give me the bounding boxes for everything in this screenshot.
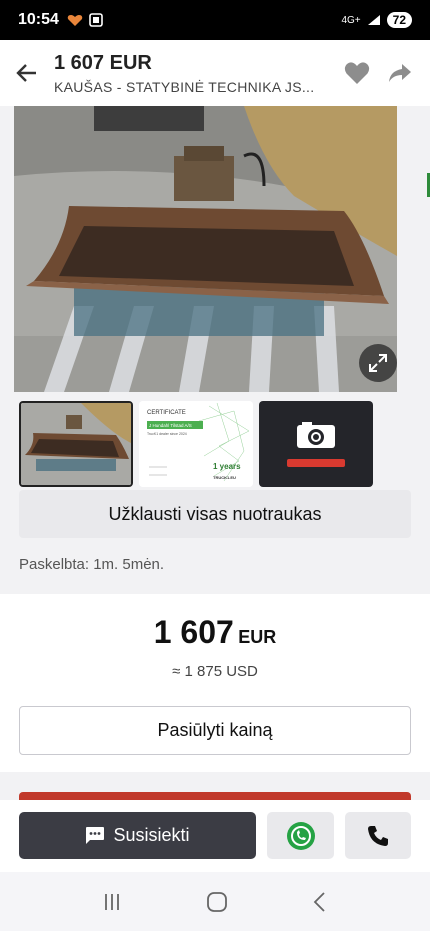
fullscreen-button[interactable] (359, 344, 397, 382)
contact-button[interactable]: Susisiekti (19, 812, 256, 859)
thumbnail-certificate[interactable]: CERTIFICATE J Hundahl Tilstad A/S TrucK1… (139, 401, 253, 487)
signal-icon (367, 15, 380, 25)
certificate-title: CERTIFICATE (147, 410, 186, 416)
price-main: 1 607 EUR (0, 614, 430, 651)
status-bar: 10:54 4G+ 72 (0, 0, 430, 40)
header-actions (344, 61, 430, 85)
chat-icon (86, 827, 105, 844)
favorite-heart-icon[interactable] (344, 61, 370, 85)
share-icon[interactable] (388, 63, 412, 83)
camera-icon (297, 422, 335, 448)
red-banner-edge (19, 792, 411, 800)
whatsapp-button[interactable] (267, 812, 334, 859)
system-nav-bar (0, 872, 430, 931)
certificate-years: 1 years (213, 462, 241, 471)
certificate-brand: TRUCK1.EU (213, 475, 236, 480)
notification-icons (67, 13, 103, 27)
network-label: 4G+ (341, 14, 361, 26)
app-header: 1 607 EUR KAUŠAS - STATYBINĖ TECHNIKA JS… (0, 40, 430, 106)
whatsapp-icon (286, 821, 315, 850)
price-card: 1 607 EUR ≈ 1 875 USD Pasiūlyti kainą (0, 594, 430, 772)
header-texts: 1 607 EUR KAUŠAS - STATYBINĖ TECHNIKA JS… (54, 52, 344, 95)
certificate-illustration: CERTIFICATE J Hundahl Tilstad A/S TrucK1… (139, 401, 253, 487)
call-button[interactable] (345, 812, 411, 859)
thumbnail-bucket-illustration (21, 403, 131, 485)
certificate-line: TrucK1 dealer since 2024 (147, 432, 187, 436)
back-button[interactable] (0, 40, 54, 106)
status-right: 4G+ 72 (341, 12, 412, 28)
thumbnail-photo[interactable] (19, 401, 133, 487)
request-all-photos-button[interactable]: Užklausti visas nuotraukas (19, 490, 411, 538)
back-nav-icon[interactable] (312, 891, 328, 913)
phone-icon (368, 825, 388, 846)
posted-date: Paskelbta: 1m. 5mėn. (19, 556, 165, 573)
thumbnail-more-photos[interactable] (259, 401, 373, 487)
offer-price-button[interactable]: Pasiūlyti kainą (19, 706, 411, 755)
price-currency: EUR (238, 627, 277, 647)
arrow-left-icon (16, 64, 36, 82)
recent-apps-icon[interactable] (102, 892, 122, 912)
bottom-action-bar: Susisiekti (0, 800, 430, 872)
contact-label: Susisiekti (113, 825, 190, 845)
thumbnail-strip: CERTIFICATE J Hundahl Tilstad A/S TrucK1… (19, 401, 373, 487)
price-value: 1 607 (153, 614, 234, 650)
photo-count-bar (287, 459, 345, 467)
screenshot-icon (89, 13, 103, 27)
heart-notification-icon (67, 15, 83, 26)
bucket-photo-illustration (14, 106, 397, 392)
page-subtitle: KAUŠAS - STATYBINĖ TECHNIKA JS... (54, 78, 315, 95)
price-converted: ≈ 1 875 USD (172, 663, 258, 680)
expand-icon (369, 354, 387, 372)
battery-level: 72 (386, 12, 412, 28)
home-icon[interactable] (206, 891, 228, 913)
main-photo[interactable] (14, 106, 397, 392)
page-title: 1 607 EUR (54, 51, 152, 74)
status-time: 10:54 (18, 11, 59, 28)
certificate-company: J Hundahl Tilstad A/S (149, 423, 192, 428)
